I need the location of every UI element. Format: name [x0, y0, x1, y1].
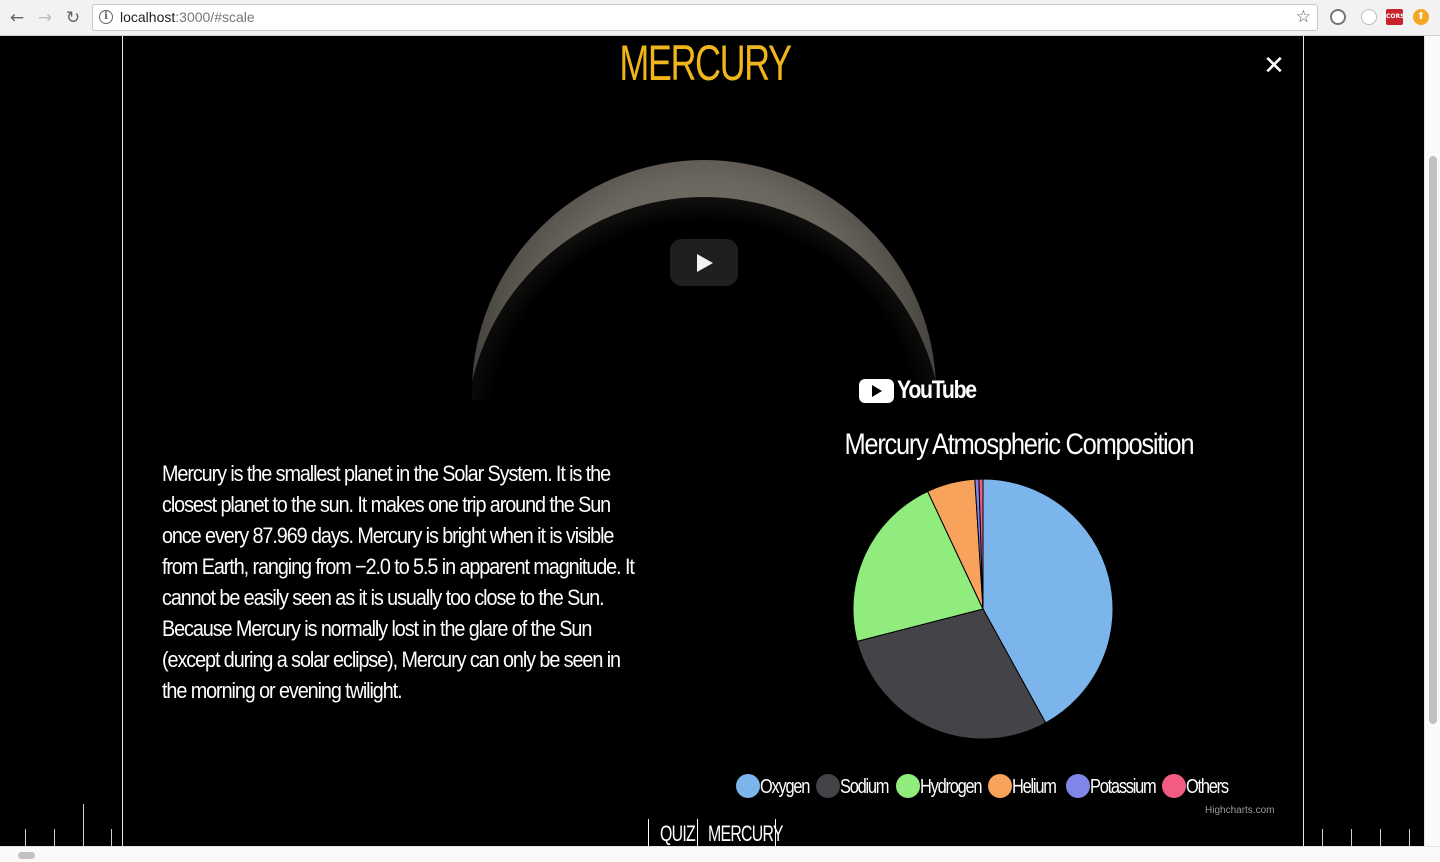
legend-label: Oxygen	[760, 776, 810, 798]
vertical-scrollbar[interactable]	[1424, 36, 1440, 846]
play-button[interactable]	[670, 239, 738, 286]
reload-icon[interactable]: ↻	[62, 7, 84, 29]
address-bar[interactable]: i localhost:3000/#scale ☆	[92, 4, 1318, 31]
url-path: :3000/#scale	[175, 9, 255, 25]
legend-marker	[896, 774, 920, 798]
legend-label: Helium	[1012, 776, 1057, 798]
gear-extension-icon[interactable]	[1330, 9, 1346, 25]
mercury-link[interactable]: MERCURY	[708, 821, 783, 847]
scale-tick	[83, 804, 84, 846]
planet-description: Mercury is the smallest planet in the So…	[162, 461, 635, 703]
back-arrow-icon[interactable]: ←	[6, 7, 28, 29]
browser-toolbar: ← → ↻ i localhost:3000/#scale ☆ CORS ⬆	[0, 0, 1440, 36]
nav-divider	[775, 819, 776, 847]
orange-extension-icon[interactable]: ⬆	[1413, 9, 1429, 25]
scale-tick	[1322, 829, 1323, 846]
youtube-wordmark: YouTube	[897, 376, 977, 404]
nav-divider	[648, 819, 649, 847]
right-frame-line	[1303, 36, 1304, 846]
horizontal-scroll-thumb[interactable]	[18, 852, 35, 859]
nav-divider	[697, 819, 698, 847]
scale-tick	[54, 829, 55, 846]
legend-marker	[816, 774, 840, 798]
scale-tick	[1351, 829, 1352, 846]
circle-extension-icon[interactable]	[1361, 9, 1377, 25]
left-frame-line	[122, 36, 123, 846]
youtube-icon	[859, 379, 894, 403]
close-icon[interactable]: ✕	[1262, 53, 1286, 79]
pie-chart	[852, 478, 1114, 740]
legend-marker	[1162, 774, 1186, 798]
legend-marker	[1066, 774, 1090, 798]
planet-title: MERCURY	[619, 35, 792, 91]
horizontal-scrollbar[interactable]	[0, 846, 1440, 862]
url-host: localhost	[120, 9, 176, 25]
quiz-link[interactable]: QUIZ	[660, 821, 696, 847]
legend-marker	[988, 774, 1012, 798]
vertical-scroll-thumb[interactable]	[1429, 156, 1437, 724]
chart-title: Mercury Atmospheric Composition	[844, 428, 1194, 461]
legend-label: Potassium	[1090, 776, 1157, 798]
scale-tick	[111, 829, 112, 846]
legend-label: Hydrogen	[920, 776, 982, 798]
scale-tick	[25, 829, 26, 846]
info-icon[interactable]: i	[99, 10, 113, 24]
scale-tick	[1380, 829, 1381, 846]
cors-extension-icon[interactable]: CORS	[1386, 9, 1404, 25]
legend-label: Sodium	[840, 776, 889, 798]
chart-credits[interactable]: Highcharts.com	[1205, 805, 1274, 816]
forward-arrow-icon[interactable]: →	[34, 7, 56, 29]
legend-label: Others	[1186, 776, 1229, 798]
url-text[interactable]: localhost:3000/#scale	[120, 9, 255, 25]
star-icon[interactable]: ☆	[1296, 7, 1311, 27]
scale-tick	[1409, 829, 1410, 846]
play-icon	[697, 254, 713, 272]
legend-marker	[736, 774, 760, 798]
